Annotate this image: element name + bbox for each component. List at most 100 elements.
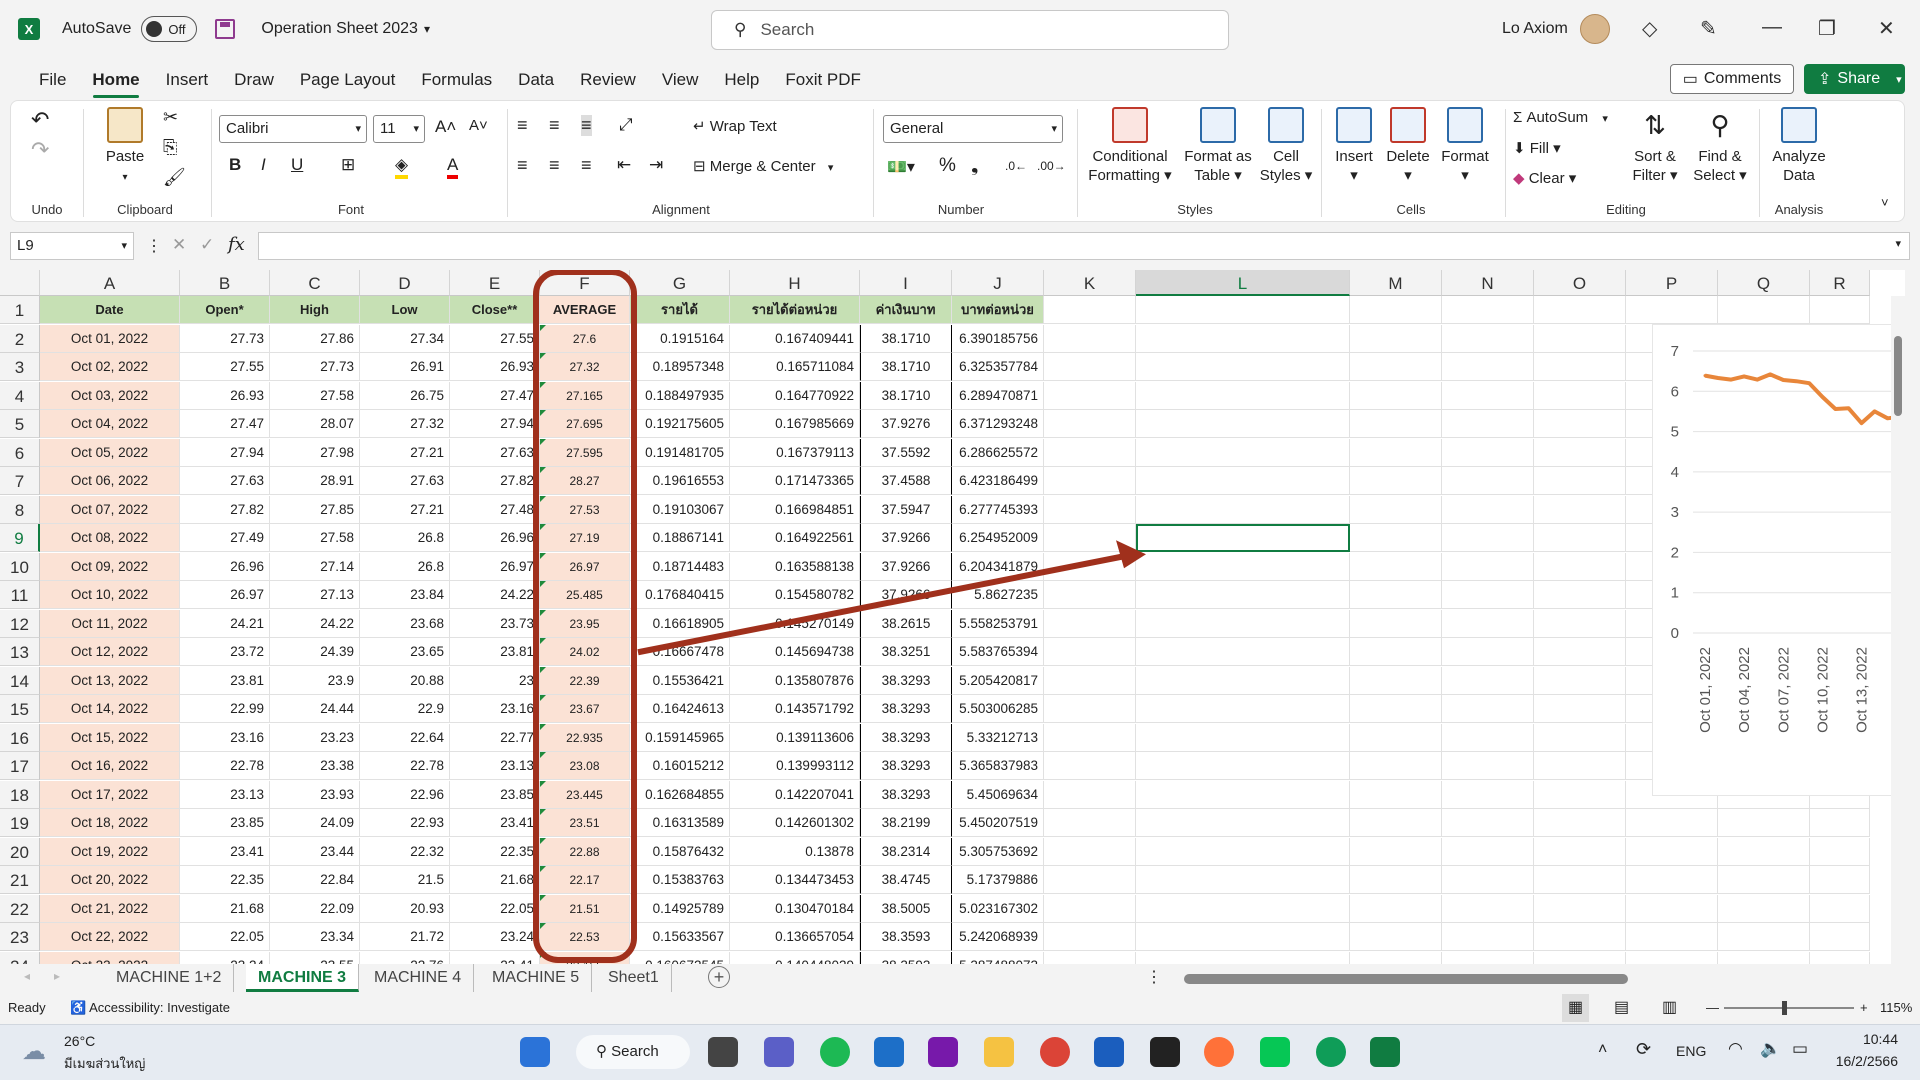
cell-k21[interactable]	[1044, 866, 1136, 894]
cell-f21[interactable]: 22.17	[540, 866, 630, 894]
cell-h9[interactable]: 0.164922561	[730, 524, 860, 552]
cell-i10[interactable]: 37.9266	[860, 552, 952, 581]
cell-f15[interactable]: 23.67	[540, 695, 630, 723]
cancel-icon[interactable]: ✕	[172, 235, 186, 255]
cell-c15[interactable]: 24.44	[270, 695, 360, 723]
row-header[interactable]: 18	[0, 780, 40, 809]
volume-icon[interactable]: 🔈	[1760, 1039, 1781, 1059]
cell-k12[interactable]	[1044, 609, 1136, 638]
cell-g9[interactable]: 0.18867141	[630, 524, 730, 552]
align-right-icon[interactable]: ≡	[581, 155, 592, 176]
insert-function-icon[interactable]: fx	[228, 234, 245, 255]
autosum-button[interactable]: Σ AutoSum ▾	[1513, 109, 1608, 126]
cell-p21[interactable]	[1626, 866, 1718, 894]
tab-review[interactable]: Review	[567, 58, 649, 98]
vertical-scrollbar[interactable]	[1891, 296, 1905, 964]
cell-f16[interactable]: 22.935	[540, 723, 630, 752]
cell-c22[interactable]: 22.09	[270, 894, 360, 923]
cell-h11[interactable]: 0.154580782	[730, 581, 860, 609]
align-center-icon[interactable]: ≡	[549, 155, 560, 176]
cell-g7[interactable]: 0.19616553	[630, 467, 730, 495]
cell-i19[interactable]: 38.2199	[860, 809, 952, 837]
cell-e9[interactable]: 26.96	[450, 524, 540, 552]
page-break-view-icon[interactable]: ▥	[1662, 994, 1677, 1022]
cell-b3[interactable]: 27.55	[180, 353, 270, 381]
cell-q21[interactable]	[1718, 866, 1810, 894]
cell-i24[interactable]: 38.3593	[860, 951, 952, 964]
cell-i17[interactable]: 38.3293	[860, 752, 952, 780]
sheet-tab-machine-3[interactable]: MACHINE 3	[246, 964, 360, 992]
cell-o8[interactable]	[1534, 495, 1626, 524]
share-button[interactable]: ⇪ Share ▾	[1804, 64, 1905, 94]
row-header[interactable]: 1	[0, 296, 40, 324]
cell-f10[interactable]: 26.97	[540, 552, 630, 581]
cell-b12[interactable]: 24.21	[180, 609, 270, 638]
cell-a19[interactable]: Oct 18, 2022	[40, 809, 180, 837]
cell-a8[interactable]: Oct 07, 2022	[40, 495, 180, 524]
row-header[interactable]: 7	[0, 467, 40, 495]
cell-f11[interactable]: 25.485	[540, 581, 630, 609]
cell-b11[interactable]: 26.97	[180, 581, 270, 609]
cell-f7[interactable]: 28.27	[540, 467, 630, 495]
row-header[interactable]: 23	[0, 923, 40, 951]
cell-r19[interactable]	[1810, 809, 1870, 837]
cell-h4[interactable]: 0.164770922	[730, 381, 860, 410]
cell-q23[interactable]	[1718, 923, 1810, 951]
format-as-table-button[interactable]: Format as Table ▾	[1179, 107, 1257, 185]
cell-g22[interactable]: 0.14925789	[630, 894, 730, 923]
cell-n19[interactable]	[1442, 809, 1534, 837]
cell-e24[interactable]: 23.41	[450, 951, 540, 964]
cell-q20[interactable]	[1718, 837, 1810, 866]
cell-p24[interactable]	[1626, 951, 1718, 964]
cell-h20[interactable]: 0.13878	[730, 837, 860, 866]
cell-h7[interactable]: 0.171473365	[730, 467, 860, 495]
cell-n22[interactable]	[1442, 894, 1534, 923]
cell-o19[interactable]	[1534, 809, 1626, 837]
cell-n6[interactable]	[1442, 438, 1534, 467]
sheet-tab-machine-4[interactable]: MACHINE 4	[362, 964, 475, 992]
cell-o22[interactable]	[1534, 894, 1626, 923]
cell-l21[interactable]	[1136, 866, 1350, 894]
copy-icon[interactable]: ⎘	[163, 137, 177, 158]
row-header[interactable]: 9	[0, 524, 40, 552]
number-format-select[interactable]: General ▾	[883, 115, 1063, 143]
cell-m16[interactable]	[1350, 723, 1442, 752]
cell-j15[interactable]: 5.503006285	[952, 695, 1044, 723]
cell-c1[interactable]: High	[270, 296, 360, 324]
cell-k16[interactable]	[1044, 723, 1136, 752]
cell-i20[interactable]: 38.2314	[860, 837, 952, 866]
cell-c18[interactable]: 23.93	[270, 780, 360, 809]
cell-d1[interactable]: Low	[360, 296, 450, 324]
row-header[interactable]: 22	[0, 894, 40, 923]
column-header-f[interactable]: F	[540, 270, 630, 296]
cell-g20[interactable]: 0.15876432	[630, 837, 730, 866]
cell-l13[interactable]	[1136, 638, 1350, 666]
cell-o10[interactable]	[1534, 552, 1626, 581]
cell-p1[interactable]	[1626, 296, 1718, 324]
column-header-d[interactable]: D	[360, 270, 450, 296]
cell-h12[interactable]: 0.145270149	[730, 609, 860, 638]
cell-c12[interactable]: 24.22	[270, 609, 360, 638]
cell-f5[interactable]: 27.695	[540, 410, 630, 438]
cell-f12[interactable]: 23.95	[540, 609, 630, 638]
cell-g19[interactable]: 0.16313589	[630, 809, 730, 837]
cell-j20[interactable]: 5.305753692	[952, 837, 1044, 866]
cell-j18[interactable]: 5.45069634	[952, 780, 1044, 809]
cell-l24[interactable]	[1136, 951, 1350, 964]
font-name-select[interactable]: Calibri ▾	[219, 115, 367, 143]
cell-i12[interactable]: 38.2615	[860, 609, 952, 638]
cell-n13[interactable]	[1442, 638, 1534, 666]
cell-styles-button[interactable]: Cell Styles ▾	[1257, 107, 1315, 185]
sort-filter-button[interactable]: ⇅ Sort & Filter ▾	[1623, 107, 1687, 185]
cell-n17[interactable]	[1442, 752, 1534, 780]
align-middle-icon[interactable]: ≡	[549, 115, 560, 136]
row-header[interactable]: 11	[0, 581, 40, 609]
cell-a4[interactable]: Oct 03, 2022	[40, 381, 180, 410]
cell-k17[interactable]	[1044, 752, 1136, 780]
cell-b13[interactable]: 23.72	[180, 638, 270, 666]
cell-n21[interactable]	[1442, 866, 1534, 894]
cell-f1[interactable]: AVERAGE	[540, 296, 630, 324]
cell-g23[interactable]: 0.15633567	[630, 923, 730, 951]
cell-o24[interactable]	[1534, 951, 1626, 964]
cell-k15[interactable]	[1044, 695, 1136, 723]
